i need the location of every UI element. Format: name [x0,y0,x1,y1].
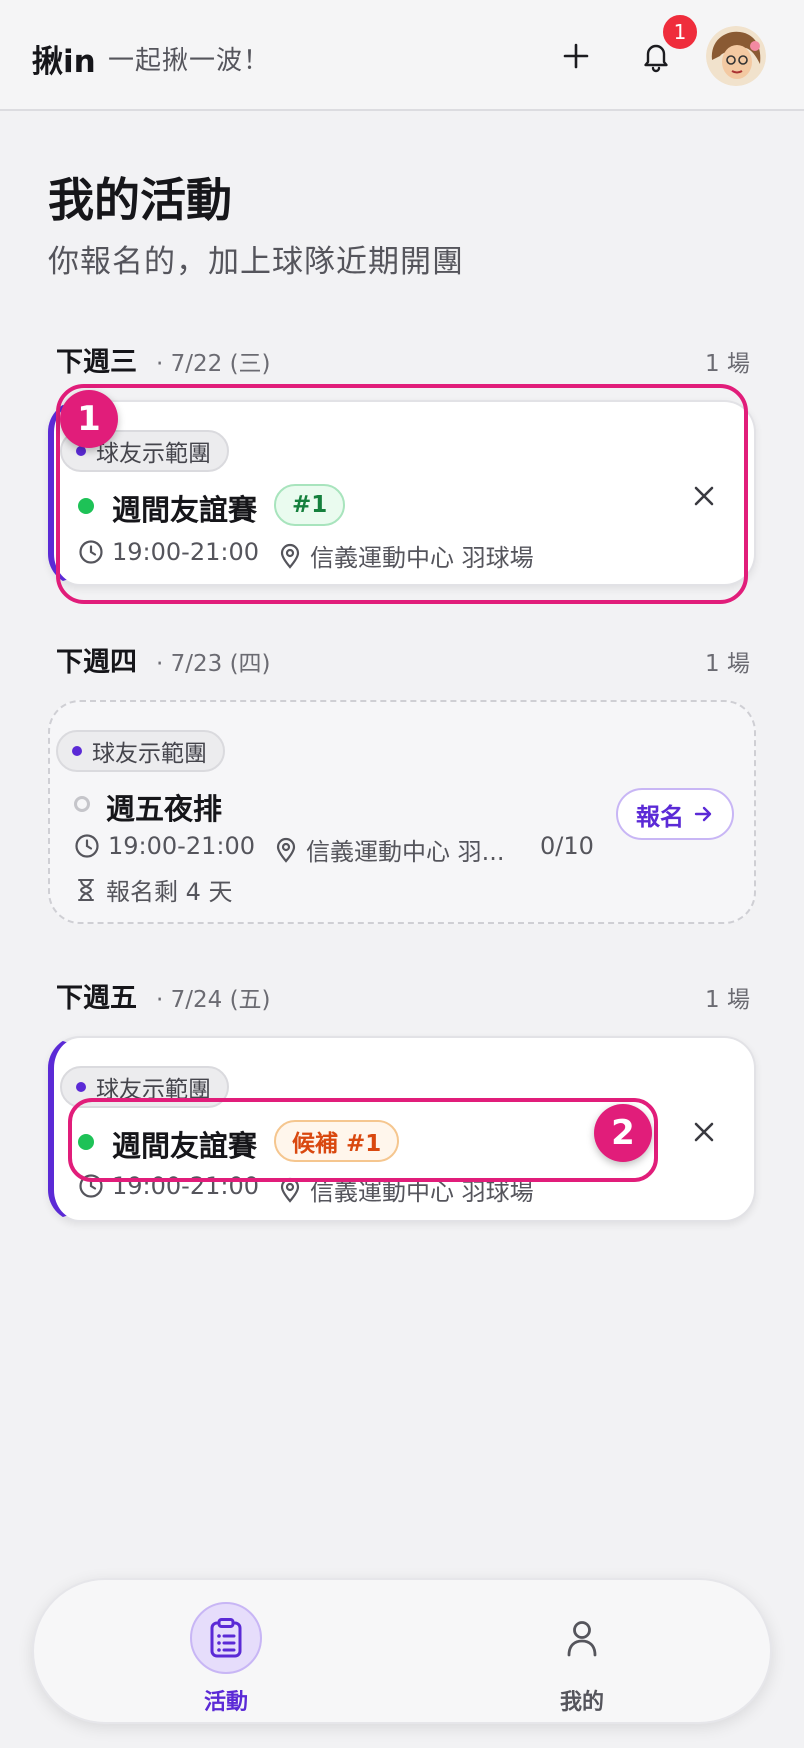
team-dot [76,1082,86,1092]
time-text: 19:00-21:00 [112,538,259,566]
day-count: 1 場 [705,987,750,1013]
event-title: 週間友誼賽 [112,493,258,527]
nav-icon-wrap [546,1602,618,1674]
registration-tag: #1 [274,484,346,526]
location-text: 信義運動中心 羽... [306,838,505,866]
location-text: 信義運動中心 羽球場 [310,1178,534,1206]
team-name: 球友示範團 [92,741,207,767]
clipboard-icon [210,1618,242,1658]
signup-deadline: 報名剩 4 天 [74,872,233,907]
status-dot [78,498,94,514]
notification-badge: 1 [660,12,700,52]
team-name: 球友示範團 [96,1077,211,1103]
clock-icon [75,834,99,858]
team-name: 球友示範團 [96,441,211,467]
tutorial-step-badge: 1 [60,390,118,448]
day-header: 下週三 · 7/22 (三) 1 場 [56,338,750,378]
time-text: 19:00-21:00 [108,832,255,860]
create-button[interactable] [548,28,604,84]
event-time: 19:00-21:00 [78,1172,259,1200]
avatar[interactable] [706,26,766,86]
day-header: 下週五 · 7/24 (五) 1 場 [56,974,750,1014]
nav-icon-wrap [190,1602,262,1674]
open-event-card[interactable]: 球友示範團 週五夜排 19:00-21:00 信義運動中心 羽... 0/10 … [48,700,756,924]
event-time: 19:00-21:00 [78,538,259,566]
day-count: 1 場 [705,651,750,677]
day-name: 下週三 [56,347,137,378]
day-date: · 7/23 (四) [156,651,271,677]
nav-label: 活動 [203,1690,248,1715]
location-pin-icon [276,837,296,863]
tutorial-step-badge: 2 [594,1104,652,1162]
event-location: 信義運動中心 羽球場 [278,1172,534,1207]
day-date: · 7/24 (五) [156,987,271,1013]
day-name: 下週五 [56,983,137,1014]
signup-label: 報名 [636,802,684,831]
status-dot [74,796,90,812]
clock-icon [79,1174,103,1198]
event-location: 信義運動中心 羽... [274,832,505,867]
close-icon [694,486,714,506]
plus-icon [563,43,589,69]
close-icon [694,1122,714,1142]
day-date: · 7/22 (三) [156,351,271,377]
nav-label: 我的 [559,1690,604,1715]
waitlist-tag: 候補 #1 [274,1120,400,1162]
location-pin-icon [280,543,300,569]
event-card[interactable]: 球友示範團 週間友誼賽 #1 19:00-21:00 信義運動中心 羽球場 [48,400,756,586]
day-header: 下週四 · 7/23 (四) 1 場 [56,638,750,678]
day-name: 下週四 [56,647,137,678]
day-count: 1 場 [705,351,750,377]
app-brand[interactable]: 揪in [32,36,96,81]
app-tagline: 一起揪一波！ [108,46,271,76]
clock-icon [79,540,103,564]
deadline-text: 報名剩 4 天 [106,878,233,906]
team-dot [72,746,82,756]
bottom-nav: 活動 我的 [32,1578,772,1724]
app-header: 揪in 一起揪一波！ 1 [0,0,804,111]
page-title: 我的活動 [48,173,232,227]
team-chip[interactable]: 球友示範團 [56,730,225,772]
location-pin-icon [280,1177,300,1203]
user-icon [567,1621,597,1657]
time-text: 19:00-21:00 [112,1172,259,1200]
hourglass-icon [78,878,94,901]
cancel-waitlist-button[interactable] [682,1110,726,1154]
signup-button[interactable]: 報名 [616,788,734,840]
arrow-right-icon [694,806,712,822]
nav-tab-me[interactable]: 我的 [482,1580,682,1726]
capacity-count: 0/10 [540,832,594,860]
nav-tab-activities[interactable]: 活動 [126,1580,326,1726]
cancel-registration-button[interactable] [682,474,726,518]
event-title: 週間友誼賽 [112,1129,258,1163]
team-chip[interactable]: 球友示範團 [60,1066,229,1108]
event-location: 信義運動中心 羽球場 [278,538,534,573]
event-title: 週五夜排 [106,792,223,826]
event-time: 19:00-21:00 [74,832,255,860]
status-dot [78,1134,94,1150]
page-subtitle: 你報名的，加上球隊近期開團 [48,244,464,280]
location-text: 信義運動中心 羽球場 [310,544,534,572]
